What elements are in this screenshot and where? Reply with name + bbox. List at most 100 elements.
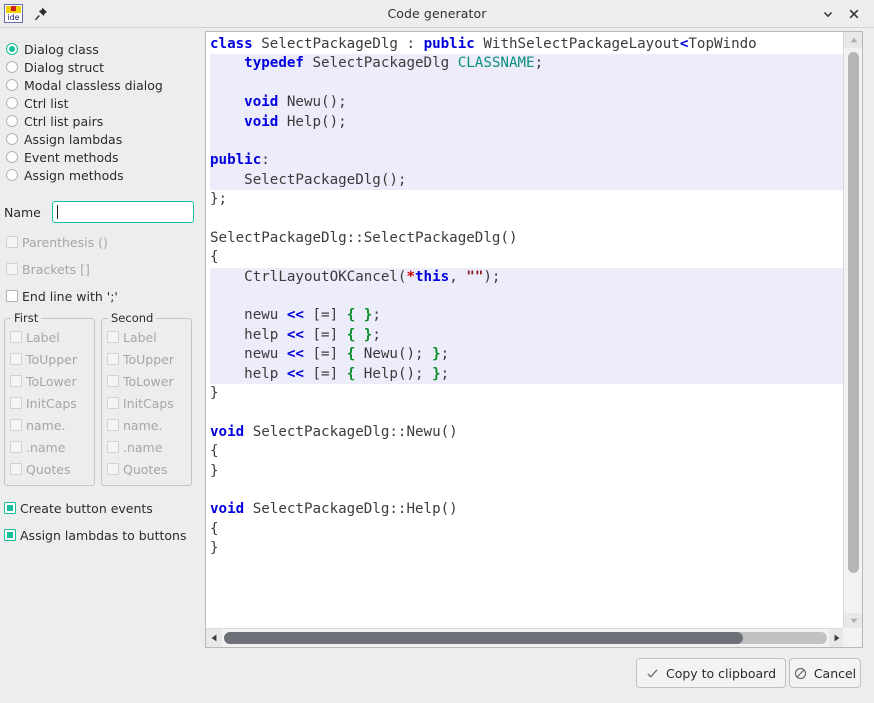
ban-icon bbox=[794, 667, 807, 680]
radio-indicator[interactable] bbox=[6, 97, 18, 109]
code-line: class SelectPackageDlg : public WithSele… bbox=[206, 35, 845, 54]
code-preview-panel: class SelectPackageDlg : public WithSele… bbox=[205, 31, 863, 648]
code-line-text: newu << [=] { Newu(); }; bbox=[210, 346, 449, 362]
code-line-text: }; bbox=[210, 191, 227, 207]
code-line: } bbox=[206, 539, 845, 558]
checkbox-indicator bbox=[107, 397, 119, 409]
checkbox-label: InitCaps bbox=[123, 396, 174, 411]
code-line: help << [=] { Help(); }; bbox=[206, 365, 845, 384]
code-line-text: help << [=] { Help(); }; bbox=[210, 366, 449, 382]
copy-to-clipboard-button[interactable]: Copy to clipboard bbox=[636, 658, 786, 688]
mode-radio-2[interactable]: Modal classless dialog bbox=[0, 76, 205, 94]
code-line bbox=[206, 287, 845, 306]
mode-radio-3[interactable]: Ctrl list bbox=[0, 94, 205, 112]
checkbox-indicator[interactable] bbox=[4, 502, 16, 514]
code-token: } bbox=[210, 463, 219, 479]
code-token bbox=[210, 94, 244, 110]
option-checkbox-2[interactable]: End line with ';' bbox=[0, 288, 205, 304]
code-token: * bbox=[406, 269, 415, 285]
group-0-checkbox-2: ToLower bbox=[5, 372, 94, 390]
code-line: }; bbox=[206, 190, 845, 209]
code-line: CtrlLayoutOKCancel(*this, ""); bbox=[206, 268, 845, 287]
code-horizontal-scrollbar[interactable] bbox=[206, 628, 845, 647]
code-token: void bbox=[210, 501, 244, 517]
mode-radio-4[interactable]: Ctrl list pairs bbox=[0, 112, 205, 130]
triangle-up-icon[interactable] bbox=[844, 32, 863, 48]
options-sidebar: Dialog class Dialog structModal classless… bbox=[0, 28, 205, 648]
code-token: << bbox=[287, 366, 304, 382]
checkbox-label: ToUpper bbox=[123, 352, 174, 367]
code-token: Newu(); bbox=[355, 346, 432, 362]
code-line-text: } bbox=[210, 540, 219, 556]
code-token: , bbox=[449, 269, 466, 285]
mode-radio-1[interactable]: Dialog struct bbox=[0, 58, 205, 76]
code-line-text: } bbox=[210, 385, 219, 401]
checkbox-label: Create button events bbox=[20, 501, 153, 516]
radio-indicator[interactable] bbox=[6, 151, 18, 163]
indent-highlight bbox=[210, 287, 845, 306]
checkbox-indicator bbox=[6, 236, 18, 248]
checkbox-indicator bbox=[107, 375, 119, 387]
horizontal-scroll-thumb[interactable] bbox=[224, 632, 743, 644]
name-field-row: Name bbox=[0, 201, 205, 223]
button-event-options: Create button events Assign lambdas to bu… bbox=[0, 500, 205, 543]
code-line-text: { bbox=[210, 521, 219, 537]
mode-radio-6[interactable]: Event methods bbox=[0, 148, 205, 166]
horizontal-scroll-track[interactable] bbox=[224, 632, 827, 644]
code-line bbox=[206, 481, 845, 500]
bottom-checkbox-1[interactable]: Assign lambdas to buttons bbox=[0, 527, 205, 543]
code-vertical-scrollbar[interactable] bbox=[843, 32, 862, 629]
radio-indicator[interactable] bbox=[6, 43, 18, 55]
code-token: TopWindo bbox=[688, 36, 756, 52]
code-line: newu << [=] { Newu(); }; bbox=[206, 345, 845, 364]
checkbox-indicator bbox=[107, 419, 119, 431]
checkbox-indicator[interactable] bbox=[6, 290, 18, 302]
radio-indicator[interactable] bbox=[6, 115, 18, 127]
check-icon bbox=[646, 667, 659, 680]
generated-code-view[interactable]: class SelectPackageDlg : public WithSele… bbox=[206, 32, 845, 629]
checkbox-indicator bbox=[6, 263, 18, 275]
code-token: { bbox=[210, 249, 219, 265]
radio-indicator[interactable] bbox=[6, 61, 18, 73]
mode-radio-0[interactable]: Dialog class bbox=[0, 40, 205, 58]
triangle-down-icon[interactable] bbox=[844, 613, 863, 629]
code-token bbox=[210, 114, 244, 130]
code-token: { bbox=[347, 307, 356, 323]
code-token: ; bbox=[441, 346, 450, 362]
mode-radio-5[interactable]: Assign lambdas bbox=[0, 130, 205, 148]
cancel-label: Cancel bbox=[814, 666, 856, 681]
checkbox-label: ToLower bbox=[123, 374, 174, 389]
code-token bbox=[355, 327, 364, 343]
code-line-text bbox=[210, 482, 219, 498]
code-line: typedef SelectPackageDlg CLASSNAME; bbox=[206, 54, 845, 73]
code-token: } bbox=[432, 366, 441, 382]
code-token: SelectPackageDlg::Newu() bbox=[253, 424, 458, 440]
close-icon[interactable] bbox=[847, 7, 861, 21]
radio-indicator[interactable] bbox=[6, 79, 18, 91]
checkbox-indicator bbox=[10, 419, 22, 431]
name-input[interactable] bbox=[52, 201, 194, 223]
checkbox-label: .name bbox=[123, 440, 162, 455]
vertical-scroll-thumb[interactable] bbox=[848, 52, 859, 573]
checkbox-label: InitCaps bbox=[26, 396, 77, 411]
cancel-button[interactable]: Cancel bbox=[789, 658, 861, 688]
code-token: CtrlLayoutOKCancel( bbox=[210, 269, 406, 285]
group-0-checkbox-0: Label bbox=[5, 328, 94, 346]
bottom-checkbox-0[interactable]: Create button events bbox=[0, 500, 205, 516]
chevron-down-icon[interactable] bbox=[821, 7, 835, 21]
code-line-text: } bbox=[210, 463, 219, 479]
code-line-text: { bbox=[210, 249, 219, 265]
mode-radio-7[interactable]: Assign methods bbox=[0, 166, 205, 184]
radio-indicator[interactable] bbox=[6, 133, 18, 145]
checkbox-indicator[interactable] bbox=[4, 529, 16, 541]
code-line-text: void Newu(); bbox=[210, 94, 347, 110]
code-token: { bbox=[347, 327, 356, 343]
group-first: First LabelToUpperToLowerInitCapsname..n… bbox=[4, 318, 95, 486]
code-token bbox=[244, 501, 253, 517]
triangle-left-icon[interactable] bbox=[206, 629, 222, 647]
code-token: { bbox=[347, 346, 356, 362]
radio-indicator[interactable] bbox=[6, 169, 18, 181]
group-first-items: LabelToUpperToLowerInitCapsname..nameQuo… bbox=[5, 328, 94, 478]
checkbox-indicator bbox=[10, 463, 22, 475]
mode-radio-label: Dialog struct bbox=[24, 60, 104, 75]
